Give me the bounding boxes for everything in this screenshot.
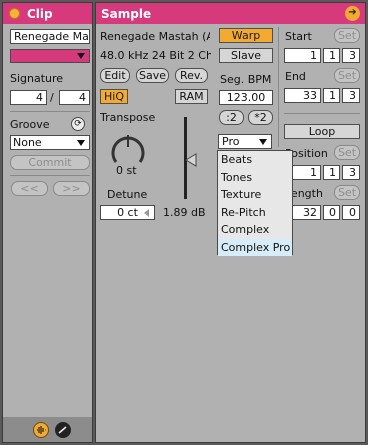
length-set-button[interactable]: Set [334,185,360,200]
detune-label: Detune [107,188,148,201]
warp-mode-selector[interactable]: Pro [218,134,272,149]
envelope-icon[interactable] [55,422,71,438]
chevron-down-icon [259,139,267,145]
start-beat[interactable]: 1 [323,48,340,63]
halve-tempo-button[interactable]: :2 [219,110,244,125]
end-sixteenth[interactable]: 3 [342,88,360,103]
signature-numerator[interactable]: 4 [10,90,47,105]
sample-name: Renegade Mastah (A [100,30,210,43]
position-set-button[interactable]: Set [334,145,360,160]
chevron-down-icon [77,53,85,59]
sample-title-bar: Sample ➔ [96,3,365,24]
warp-button[interactable]: Warp [219,28,273,43]
menu-item-texture[interactable]: Texture [218,186,292,204]
warp-mode-value: Pro [222,135,240,148]
prev-clip-button[interactable]: << [11,181,48,196]
arrow-right-circle-icon[interactable]: ➔ [345,6,360,21]
clip-title: Clip [27,6,53,21]
sample-info: 48.0 kHz 24 Bit 2 Ch [100,49,211,62]
clip-panel: Clip Renegade Mas Signature 4 / 4 Groove… [2,2,93,443]
hot-swap-icon[interactable]: ⟳ [71,117,85,131]
position-sixteenth[interactable]: 3 [342,165,360,180]
transpose-label: Transpose [100,111,156,124]
hiq-button[interactable]: HiQ [100,89,128,104]
length-sixteenth[interactable]: 0 [342,205,360,220]
menu-item-tones[interactable]: Tones [218,169,292,187]
save-button[interactable]: Save [136,68,169,83]
seg-bpm-label: Seg. BPM [220,73,272,86]
gain-slider-handle[interactable] [185,153,197,167]
end-set-button[interactable]: Set [334,68,360,83]
right-divider [284,113,360,114]
menu-item-beats[interactable]: Beats [218,151,292,169]
gain-value: 1.89 dB [163,206,206,219]
double-tempo-button[interactable]: *2 [248,110,273,125]
column-divider [278,27,279,147]
groove-selector[interactable]: None [10,135,90,150]
slave-button[interactable]: Slave [219,48,273,63]
clip-color-selector[interactable] [10,49,90,63]
position-beat[interactable]: 1 [323,165,340,180]
chevron-left-icon [144,209,149,217]
commit-button[interactable]: Commit [10,155,90,170]
start-label: Start [285,30,312,43]
clip-activator-icon[interactable] [9,8,20,19]
start-set-button[interactable]: Set [334,28,360,43]
signature-denominator[interactable]: 4 [59,90,90,105]
signature-label: Signature [10,72,64,85]
waveform-icon[interactable] [33,422,49,438]
warp-mode-menu: Beats Tones Texture Re-Pitch Complex Com… [217,150,293,256]
groove-label: Groove [10,118,50,131]
groove-value: None [13,136,42,149]
menu-item-complex-pro[interactable]: Complex Pro [218,238,292,256]
loop-button[interactable]: Loop [284,124,360,139]
seg-bpm-field[interactable]: 123.00 [219,90,273,105]
detune-value: 0 ct [117,206,138,219]
clip-divider [10,175,90,176]
clip-title-bar: Clip [3,3,92,24]
sample-title: Sample [101,6,152,21]
next-clip-button[interactable]: >> [53,181,90,196]
clip-divider [10,111,90,112]
menu-item-re-pitch[interactable]: Re-Pitch [218,204,292,222]
length-beat[interactable]: 0 [323,205,340,220]
chevron-down-icon [77,140,85,146]
start-bar[interactable]: 1 [284,48,321,63]
clip-name-field[interactable]: Renegade Mas [10,29,90,44]
menu-item-complex[interactable]: Complex [218,221,292,239]
edit-button[interactable]: Edit [100,68,130,83]
end-bar[interactable]: 33 [284,88,321,103]
rev-button[interactable]: Rev. [175,68,208,83]
end-beat[interactable]: 1 [323,88,340,103]
transpose-knob[interactable] [108,129,148,169]
detune-field[interactable]: 0 ct [100,205,155,220]
transpose-value: 0 st [116,164,137,177]
end-label: End [285,70,306,83]
signature-slash: / [50,91,54,104]
clip-bottom-bar [3,417,92,442]
start-sixteenth[interactable]: 3 [342,48,360,63]
ram-button[interactable]: RAM [175,89,208,104]
